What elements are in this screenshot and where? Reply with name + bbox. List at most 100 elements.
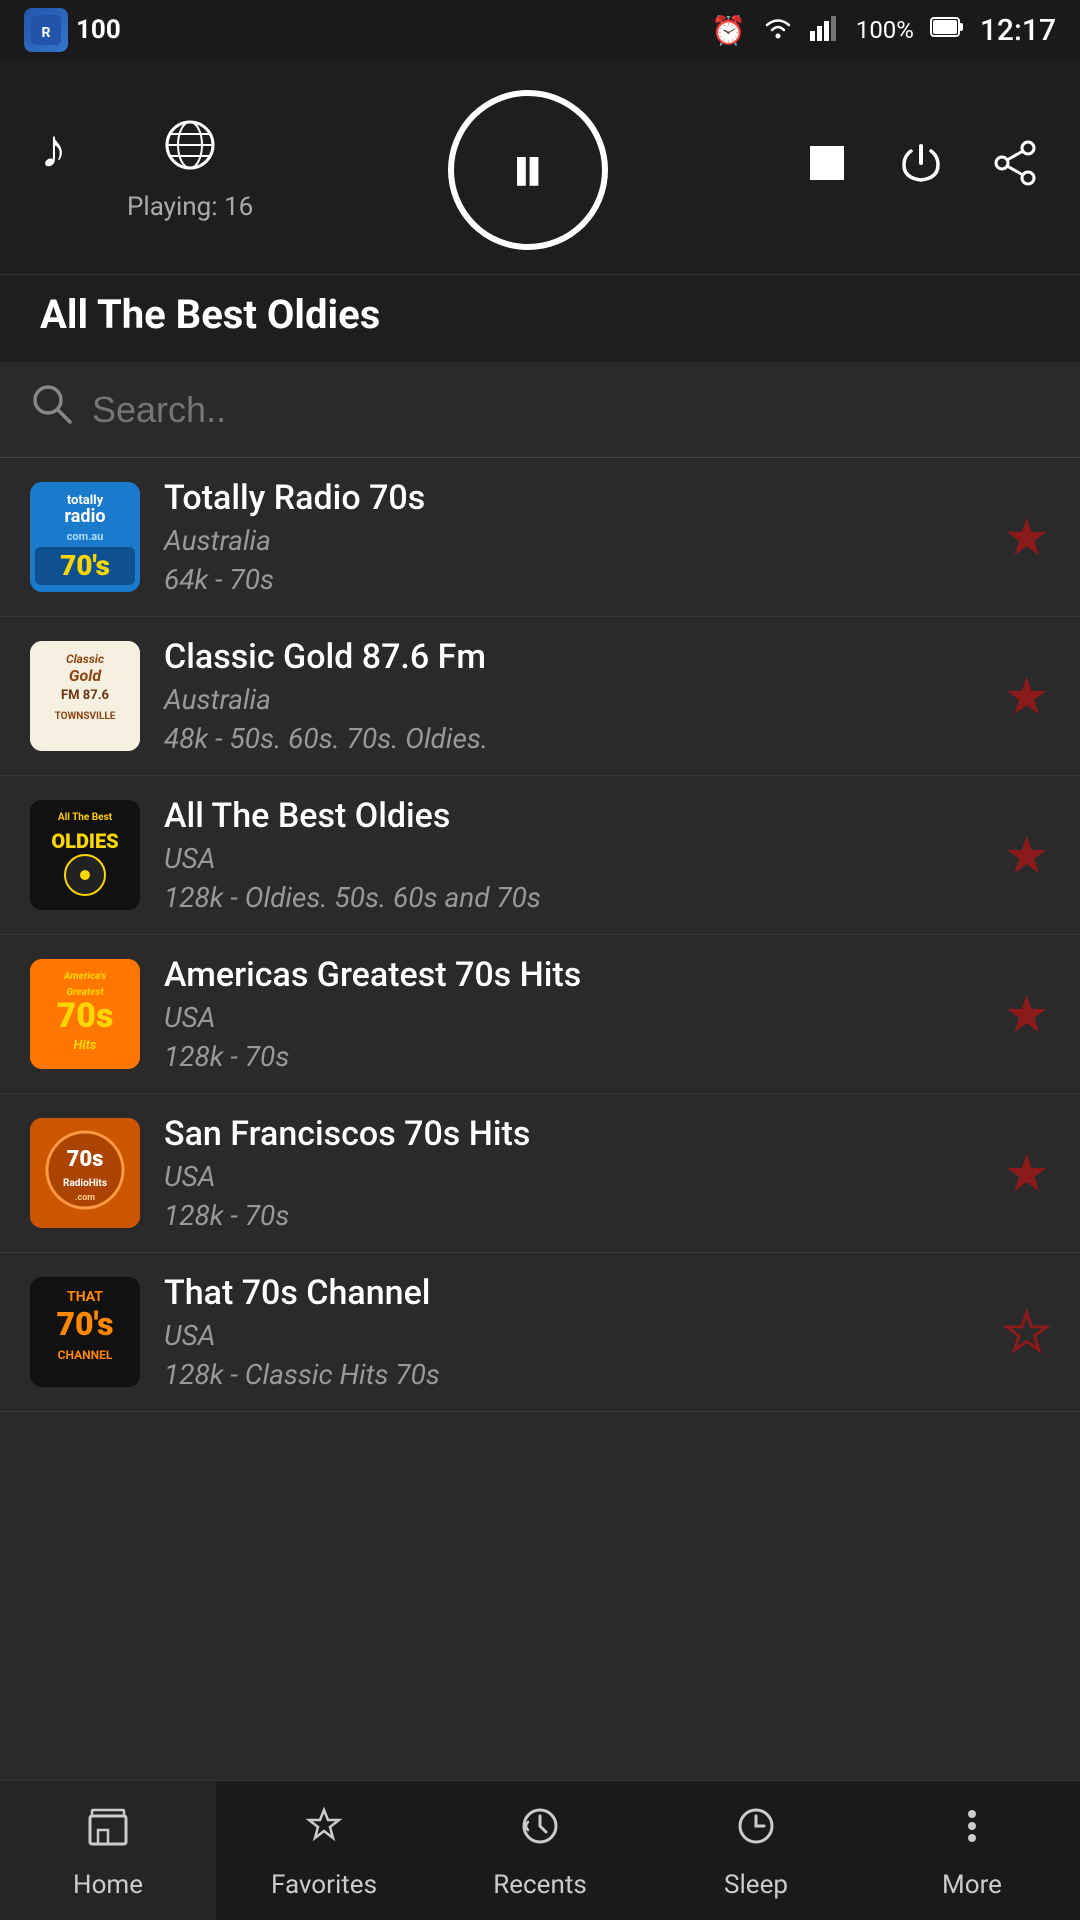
power-button[interactable] <box>896 138 946 202</box>
more-nav-icon <box>948 1802 996 1862</box>
svg-text:All The Best: All The Best <box>58 812 113 823</box>
svg-text:70s: 70s <box>67 1147 104 1172</box>
wifi-icon <box>762 13 794 48</box>
more-nav-label: More <box>942 1870 1002 1900</box>
app-icon: R <box>24 8 68 52</box>
alarm-icon: ⏰ <box>711 14 746 47</box>
svg-text:Classic: Classic <box>66 652 104 666</box>
station-name: Classic Gold 87.6 Fm <box>164 637 979 677</box>
favorite-star[interactable]: ★ <box>1003 984 1050 1045</box>
station-item[interactable]: 70s RadioHits .com San Franciscos 70s Hi… <box>0 1094 1080 1253</box>
station-logo: totally radio com.au 70's <box>30 482 140 592</box>
bottom-nav: Home Favorites Recents Sleep More <box>0 1780 1080 1920</box>
share-button[interactable] <box>990 138 1040 202</box>
pause-icon: ⏸ <box>510 135 545 205</box>
svg-text:OLDIES: OLDIES <box>51 829 118 853</box>
status-right: ⏰ 100% 12:1 <box>711 13 1056 48</box>
station-logo: Classic Gold FM 87.6 TOWNSVILLE <box>30 641 140 751</box>
search-bar <box>30 382 1050 437</box>
player-icons-left: ♪ Playing: 16 <box>40 118 253 222</box>
svg-text:THAT: THAT <box>67 1289 103 1305</box>
station-country: USA <box>164 842 979 875</box>
station-title: All The Best Oldies <box>40 291 1040 338</box>
station-bitrate: 128k - Classic Hits 70s <box>164 1358 979 1391</box>
svg-text:R: R <box>42 25 51 41</box>
search-icon <box>30 382 74 437</box>
svg-text:America's: America's <box>63 971 106 982</box>
playing-text: Playing: 16 <box>127 192 253 222</box>
svg-text:70s: 70s <box>57 996 114 1036</box>
station-country: USA <box>164 1319 979 1352</box>
recents-nav-icon <box>516 1802 564 1862</box>
clock-time: 12:17 <box>980 13 1056 48</box>
home-nav-icon <box>84 1802 132 1862</box>
pause-button[interactable]: ⏸ <box>448 90 608 250</box>
search-input[interactable] <box>92 389 1050 431</box>
station-bitrate: 48k - 50s. 60s. 70s. Oldies. <box>164 722 979 755</box>
sleep-nav-icon <box>732 1802 780 1862</box>
station-info: Classic Gold 87.6 Fm Australia 48k - 50s… <box>164 637 979 755</box>
station-logo: All The Best OLDIES <box>30 800 140 910</box>
favorite-star[interactable]: ★ <box>1003 507 1050 568</box>
svg-text:70's: 70's <box>57 1305 114 1343</box>
player-right <box>802 138 1040 202</box>
station-logo: THAT 70's CHANNEL <box>30 1277 140 1387</box>
stop-button[interactable] <box>802 138 852 202</box>
nav-item-recents[interactable]: Recents <box>432 1781 648 1920</box>
station-info: San Franciscos 70s Hits USA 128k - 70s <box>164 1114 979 1232</box>
favorite-star[interactable]: ★ <box>1003 1302 1050 1363</box>
station-info: That 70s Channel USA 128k - Classic Hits… <box>164 1273 979 1391</box>
station-logo: 70s RadioHits .com <box>30 1118 140 1228</box>
station-country: Australia <box>164 683 979 716</box>
station-info: Totally Radio 70s Australia 64k - 70s <box>164 478 979 596</box>
battery-icon <box>930 16 964 44</box>
svg-text:RadioHits: RadioHits <box>63 1178 107 1189</box>
globe-icon-wrap: Playing: 16 <box>127 118 253 222</box>
search-section <box>0 362 1080 458</box>
station-list: totally radio com.au 70's Totally Radio … <box>0 458 1080 1808</box>
favorites-nav-icon <box>300 1802 348 1862</box>
home-nav-label: Home <box>73 1870 143 1900</box>
svg-text:radio: radio <box>65 506 106 527</box>
svg-text:Hits: Hits <box>74 1038 98 1053</box>
station-country: USA <box>164 1160 979 1193</box>
svg-text:Gold: Gold <box>69 666 102 685</box>
signal-icon <box>810 13 840 47</box>
station-item[interactable]: totally radio com.au 70's Totally Radio … <box>0 458 1080 617</box>
nav-item-favorites[interactable]: Favorites <box>216 1781 432 1920</box>
nav-item-sleep[interactable]: Sleep <box>648 1781 864 1920</box>
svg-text:70's: 70's <box>60 549 110 582</box>
station-bitrate: 128k - 70s <box>164 1199 979 1232</box>
nav-item-home[interactable]: Home <box>0 1781 216 1920</box>
favorite-star[interactable]: ★ <box>1003 666 1050 727</box>
status-left: R 100 <box>24 8 121 52</box>
recents-nav-label: Recents <box>493 1870 587 1900</box>
station-item[interactable]: All The Best OLDIES All The Best Oldies … <box>0 776 1080 935</box>
status-app-number: 100 <box>76 15 121 45</box>
svg-text:CHANNEL: CHANNEL <box>58 1348 113 1362</box>
globe-icon[interactable] <box>163 118 217 186</box>
station-country: Australia <box>164 524 979 557</box>
station-info: Americas Greatest 70s Hits USA 128k - 70… <box>164 955 979 1073</box>
station-name: Totally Radio 70s <box>164 478 979 518</box>
station-title-section: All The Best Oldies <box>0 274 1080 362</box>
station-bitrate: 64k - 70s <box>164 563 979 596</box>
station-name: All The Best Oldies <box>164 796 979 836</box>
station-bitrate: 128k - 70s <box>164 1040 979 1073</box>
station-bitrate: 128k - Oldies. 50s. 60s and 70s <box>164 881 979 914</box>
svg-text:TOWNSVILLE: TOWNSVILLE <box>55 711 116 722</box>
favorite-star[interactable]: ★ <box>1003 825 1050 886</box>
station-item[interactable]: America's Greatest 70s Hits Americas Gre… <box>0 935 1080 1094</box>
sleep-nav-label: Sleep <box>724 1870 788 1900</box>
station-country: USA <box>164 1001 979 1034</box>
station-item[interactable]: THAT 70's CHANNEL That 70s Channel USA 1… <box>0 1253 1080 1412</box>
svg-text:FM 87.6: FM 87.6 <box>61 688 109 703</box>
player-header: ♪ Playing: 16 ⏸ <box>0 60 1080 274</box>
music-icon[interactable]: ♪ <box>40 118 67 181</box>
station-logo: America's Greatest 70s Hits <box>30 959 140 1069</box>
station-item[interactable]: Classic Gold FM 87.6 TOWNSVILLE Classic … <box>0 617 1080 776</box>
favorite-star[interactable]: ★ <box>1003 1143 1050 1204</box>
status-bar: R 100 ⏰ 100% <box>0 0 1080 60</box>
svg-text:.com: .com <box>75 1193 95 1203</box>
nav-item-more[interactable]: More <box>864 1781 1080 1920</box>
